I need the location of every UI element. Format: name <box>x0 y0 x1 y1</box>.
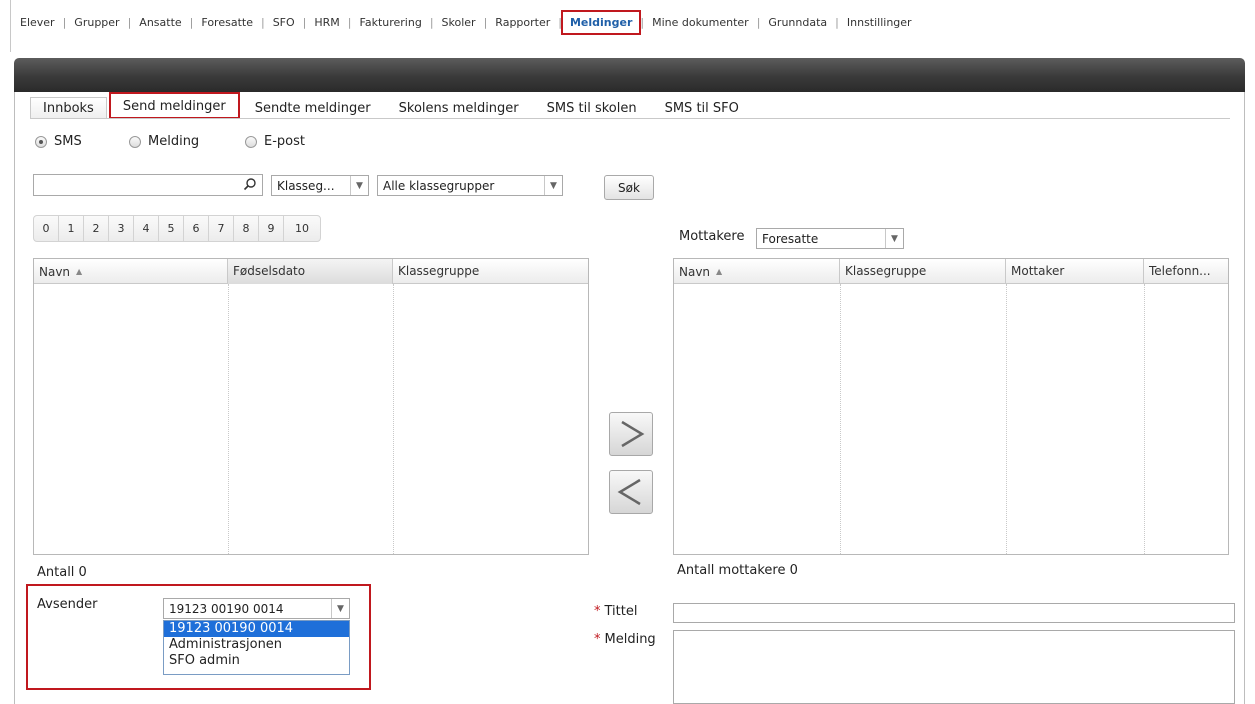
pager-item-5[interactable]: 5 <box>159 216 184 241</box>
nav-item-skoler[interactable]: Skoler <box>439 16 479 29</box>
radio-email-indicator <box>245 135 257 148</box>
tab-send-messages[interactable]: Send meldinger <box>108 92 240 119</box>
message-label: * Melding <box>594 632 656 647</box>
sender-option[interactable]: SFO admin <box>164 653 349 669</box>
recipients-label: Mottakere <box>679 229 745 244</box>
header-banner <box>14 58 1245 92</box>
nav-item-mine-dokumenter[interactable]: Mine dokumenter <box>649 16 752 29</box>
nav-item-meldinger[interactable]: Meldinger <box>560 10 642 35</box>
class-group-value: Alle klassegrupper <box>383 178 495 193</box>
recipients-value: Foresatte <box>762 231 819 246</box>
nav-item-innstillinger[interactable]: Innstillinger <box>844 16 915 29</box>
sender-label: Avsender <box>37 597 98 612</box>
radio-sms-label: SMS <box>54 134 82 149</box>
recipients-grid: Navn ▲ Klassegruppe Mottaker Telefonn... <box>673 258 1229 555</box>
nav-item-grupper[interactable]: Grupper <box>71 16 122 29</box>
nav-item-elever[interactable]: Elever <box>17 16 58 29</box>
nav-item-fakturering[interactable]: Fakturering <box>357 16 425 29</box>
radio-sms-indicator <box>35 135 47 148</box>
sender-dropdown-list: 19123 00190 0014 Administrasjonen SFO ad… <box>163 620 350 675</box>
sort-up-icon: ▲ <box>76 267 83 276</box>
student-grid-header: Navn ▲ Fødselsdato Klassegruppe <box>34 259 588 284</box>
pager-item-10[interactable]: 10 <box>284 216 320 241</box>
radio-sms[interactable]: SMS <box>35 134 82 149</box>
column-header-recipient[interactable]: Mottaker <box>1006 259 1144 284</box>
column-header-class-group[interactable]: Klassegruppe <box>840 259 1006 284</box>
title-input[interactable] <box>673 603 1235 623</box>
tab-inbox[interactable]: Innboks <box>30 97 107 119</box>
radio-message[interactable]: Melding <box>129 134 199 149</box>
student-count: Antall 0 <box>37 565 87 580</box>
remove-recipient-button[interactable] <box>609 470 653 514</box>
sort-up-icon: ▲ <box>716 267 723 276</box>
chevron-down-icon: ▼ <box>885 229 903 248</box>
sender-value: 19123 00190 0014 <box>169 601 284 616</box>
group-type-select[interactable]: Klasseg... ▼ <box>271 175 369 196</box>
chevron-down-icon: ▼ <box>544 176 562 195</box>
pager-item-2[interactable]: 2 <box>84 216 109 241</box>
nav-item-sfo[interactable]: SFO <box>270 16 298 29</box>
pager-item-9[interactable]: 9 <box>259 216 284 241</box>
chevron-right-icon <box>621 420 645 448</box>
tab-sent-messages[interactable]: Sendte meldinger <box>242 97 384 119</box>
nav-item-rapporter[interactable]: Rapporter <box>492 16 553 29</box>
pager-item-8[interactable]: 8 <box>234 216 259 241</box>
class-group-select[interactable]: Alle klassegrupper ▼ <box>377 175 563 196</box>
nav-item-ansatte[interactable]: Ansatte <box>136 16 184 29</box>
title-label: * Tittel <box>594 604 638 619</box>
column-header-name[interactable]: Navn ▲ <box>34 259 228 284</box>
pager-item-0[interactable]: 0 <box>34 216 59 241</box>
message-textarea[interactable] <box>673 630 1235 704</box>
nav-item-foresatte[interactable]: Foresatte <box>198 16 256 29</box>
radio-email[interactable]: E-post <box>245 134 305 149</box>
recipient-count: Antall mottakere 0 <box>677 563 798 578</box>
pager-item-1[interactable]: 1 <box>59 216 84 241</box>
sender-select[interactable]: 19123 00190 0014 ▼ <box>163 598 350 619</box>
pager-item-3[interactable]: 3 <box>109 216 134 241</box>
add-recipient-button[interactable] <box>609 412 653 456</box>
sender-option[interactable]: 19123 00190 0014 <box>164 621 349 637</box>
nav-item-hrm[interactable]: HRM <box>311 16 342 29</box>
recipients-select[interactable]: Foresatte ▼ <box>756 228 904 249</box>
recipients-grid-header: Navn ▲ Klassegruppe Mottaker Telefonn... <box>674 259 1228 284</box>
column-header-name[interactable]: Navn ▲ <box>674 259 840 284</box>
tab-school-messages[interactable]: Skolens meldinger <box>386 97 532 119</box>
nav-list: Elever | Grupper | Ansatte | Foresatte | SFO… <box>17 10 915 35</box>
search-icon[interactable] <box>243 177 257 195</box>
chevron-down-icon: ▼ <box>331 599 349 618</box>
student-grid: Navn ▲ Fødselsdato Klassegruppe <box>33 258 589 555</box>
tab-divider <box>30 118 1230 119</box>
column-header-phone[interactable]: Telefonn... <box>1144 259 1229 284</box>
search-input[interactable] <box>33 174 263 196</box>
radio-email-label: E-post <box>264 134 305 149</box>
pager-item-6[interactable]: 6 <box>184 216 209 241</box>
sender-option[interactable]: Administrasjonen <box>164 637 349 653</box>
radio-message-indicator <box>129 135 141 148</box>
tab-sms-to-sfo[interactable]: SMS til SFO <box>652 97 752 119</box>
group-type-value: Klasseg... <box>277 178 335 193</box>
chevron-down-icon: ▼ <box>350 176 368 195</box>
search-button[interactable]: Søk <box>604 175 654 200</box>
top-navigation: Elever | Grupper | Ansatte | Foresatte | SFO… <box>10 0 1255 52</box>
column-header-class-group[interactable]: Klassegruppe <box>393 259 589 284</box>
radio-message-label: Melding <box>148 134 200 149</box>
column-header-birthdate[interactable]: Fødselsdato <box>228 259 393 284</box>
nav-item-grunndata[interactable]: Grunndata <box>765 16 830 29</box>
pager-item-7[interactable]: 7 <box>209 216 234 241</box>
tab-sms-to-school[interactable]: SMS til skolen <box>534 97 650 119</box>
chevron-left-icon <box>617 478 641 506</box>
pager: 0 1 2 3 4 5 6 7 8 9 10 <box>33 215 321 242</box>
pager-item-4[interactable]: 4 <box>134 216 159 241</box>
message-tabs: Innboks Send meldinger Sendte meldinger … <box>30 92 754 119</box>
